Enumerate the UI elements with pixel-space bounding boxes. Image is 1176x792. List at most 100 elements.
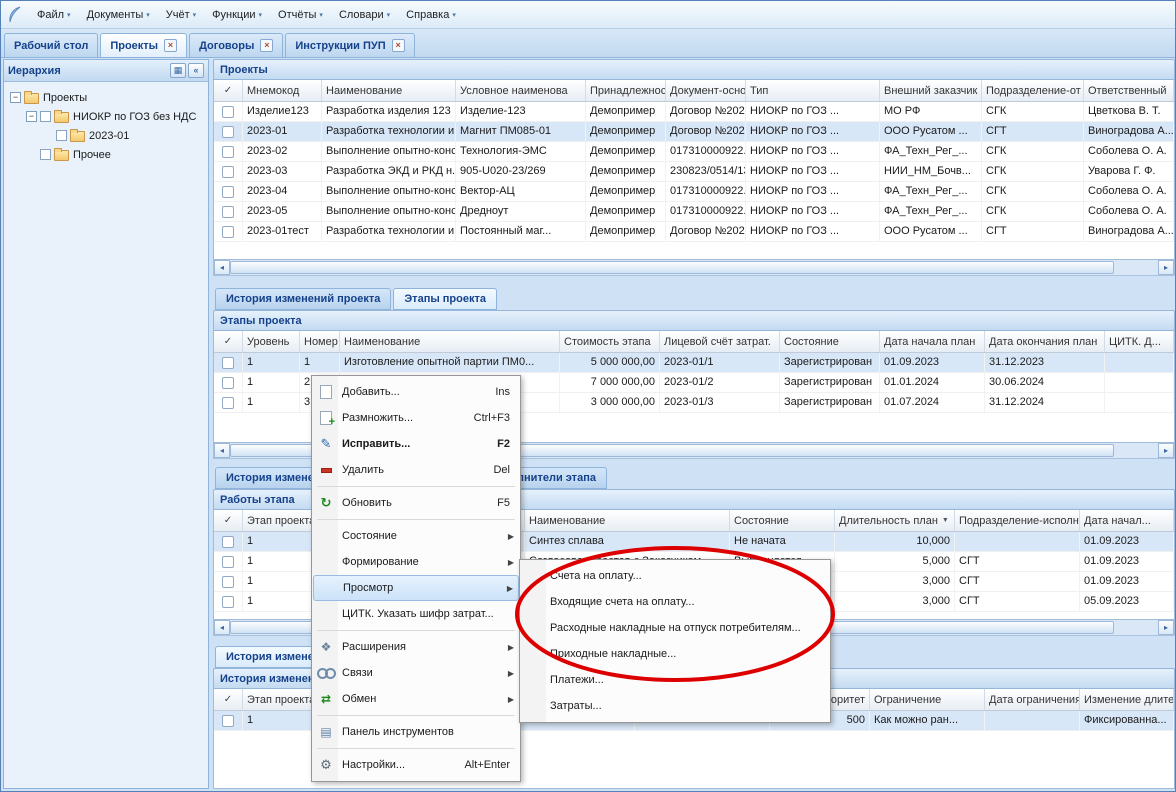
submenu-item[interactable]: Счета на оплату...: [521, 563, 829, 589]
row-checkbox[interactable]: [222, 377, 234, 389]
row-checkbox[interactable]: [222, 576, 234, 588]
menubar-item[interactable]: Файл▾: [29, 6, 79, 24]
context-menu-item[interactable]: Настройки...Alt+Enter: [313, 752, 519, 778]
table-row[interactable]: Изделие123Разработка изделия 123Изделие-…: [214, 102, 1174, 122]
context-menu-item[interactable]: Исправить...F2: [313, 431, 519, 457]
menubar-item[interactable]: Документы▾: [79, 6, 158, 24]
row-checkbox[interactable]: [222, 357, 234, 369]
row-checkbox[interactable]: [222, 596, 234, 608]
tree-expander-icon[interactable]: −: [26, 111, 37, 122]
context-menu-item[interactable]: Состояние▶: [313, 523, 519, 549]
tree-node[interactable]: Прочее: [6, 145, 206, 164]
row-checkbox[interactable]: [222, 226, 234, 238]
grid-column-header[interactable]: Дата начал...: [1080, 510, 1174, 531]
grid-column-header[interactable]: Внешний заказчик: [880, 80, 982, 101]
grid-column-header[interactable]: Состояние: [780, 331, 880, 352]
submenu-item[interactable]: Расходные накладные на отпуск потребител…: [521, 615, 829, 641]
grid-column-header[interactable]: Дата окончания план: [985, 331, 1105, 352]
grid-column-header[interactable]: Изменение длите...: [1080, 689, 1174, 710]
context-menu-item[interactable]: Расширения▶: [313, 634, 519, 660]
submenu-item[interactable]: Приходные накладные...: [521, 641, 829, 667]
row-checkbox[interactable]: [222, 146, 234, 158]
grid-column-header[interactable]: Ответственный: [1084, 80, 1174, 101]
menubar-item[interactable]: Учёт▾: [158, 6, 204, 24]
table-row[interactable]: 2023-04Выполнение опытно-конс...Вектор-А…: [214, 182, 1174, 202]
context-menu-item[interactable]: Размножить...Ctrl+F3: [313, 405, 519, 431]
grid-column-header[interactable]: Наименование: [340, 331, 560, 352]
main-tab[interactable]: Рабочий стол: [4, 33, 98, 57]
submenu-item[interactable]: Входящие счета на оплату...: [521, 589, 829, 615]
context-menu-item[interactable]: ОбновитьF5: [313, 490, 519, 516]
grid-column-header[interactable]: Документ-основан: [666, 80, 746, 101]
context-menu-item[interactable]: Формирование▶: [313, 549, 519, 575]
row-checkbox[interactable]: [222, 206, 234, 218]
context-menu-item[interactable]: Обмен▶: [313, 686, 519, 712]
grid-column-header[interactable]: Принадлежность: [586, 80, 666, 101]
row-checkbox[interactable]: [222, 397, 234, 409]
grid-column-header[interactable]: Наименование: [525, 510, 730, 531]
subtab[interactable]: История изменений проекта: [215, 288, 391, 310]
main-tab[interactable]: Инструкции ПУП×: [285, 33, 414, 57]
grid-column-header[interactable]: Ограничение: [870, 689, 985, 710]
context-menu-item[interactable]: Связи▶: [313, 660, 519, 686]
grid-column-header[interactable]: Лицевой счёт затрат.: [660, 331, 780, 352]
tree-expander-icon[interactable]: −: [10, 92, 21, 103]
select-all-header[interactable]: ✓: [214, 510, 243, 531]
scroll-left-icon[interactable]: ◂: [214, 443, 230, 458]
scroll-right-icon[interactable]: ▸: [1158, 620, 1174, 635]
grid-column-header[interactable]: Дата начала план: [880, 331, 985, 352]
tree-node[interactable]: 2023-01: [6, 126, 206, 145]
select-all-header[interactable]: ✓: [214, 689, 243, 710]
grid-column-header[interactable]: Подразделение-исполнитель..: [955, 510, 1080, 531]
collapse-panel-button[interactable]: «: [188, 63, 204, 78]
table-row[interactable]: 2023-01Разработка технологии и...Магнит …: [214, 122, 1174, 142]
grid-column-header[interactable]: ЦИТК. Д...: [1105, 331, 1174, 352]
row-checkbox[interactable]: [222, 536, 234, 548]
row-checkbox[interactable]: [222, 556, 234, 568]
submenu-item[interactable]: Затраты...: [521, 693, 829, 719]
context-menu-item[interactable]: УдалитьDel: [313, 457, 519, 483]
grid-column-header[interactable]: Номер: [300, 331, 340, 352]
scroll-track[interactable]: [1114, 260, 1158, 275]
row-checkbox[interactable]: [222, 715, 234, 727]
select-all-header[interactable]: ✓: [214, 80, 243, 101]
tree-checkbox[interactable]: [40, 111, 51, 122]
table-row[interactable]: 2023-02Выполнение опытно-конс...Технолог…: [214, 142, 1174, 162]
subtab[interactable]: Этапы проекта: [393, 288, 497, 310]
scroll-right-icon[interactable]: ▸: [1158, 260, 1174, 275]
grid-column-header[interactable]: Состояние: [730, 510, 835, 531]
context-menu-item[interactable]: ЦИТК. Указать шифр затрат...: [313, 601, 519, 627]
grid-column-header[interactable]: Условное наименова: [456, 80, 586, 101]
scroll-thumb[interactable]: [230, 261, 1114, 274]
grid-column-header[interactable]: Стоимость этапа: [560, 331, 660, 352]
context-menu-item[interactable]: Добавить...Ins: [313, 379, 519, 405]
row-checkbox[interactable]: [222, 166, 234, 178]
table-row[interactable]: 11Изготовление опытной партии ПМ0...5 00…: [214, 353, 1174, 373]
grid-column-header[interactable]: Наименование: [322, 80, 456, 101]
scroll-right-icon[interactable]: ▸: [1158, 443, 1174, 458]
menubar-item[interactable]: Словари▾: [331, 6, 398, 24]
tab-close-icon[interactable]: ×: [164, 39, 177, 52]
submenu-item[interactable]: Платежи...: [521, 667, 829, 693]
grid-column-header[interactable]: Длительность план▼: [835, 510, 955, 531]
row-checkbox[interactable]: [222, 106, 234, 118]
row-checkbox[interactable]: [222, 186, 234, 198]
table-row[interactable]: 2023-01тестРазработка технологии и...Пос…: [214, 222, 1174, 242]
table-row[interactable]: 2023-03Разработка ЭКД и РКД н...905-U020…: [214, 162, 1174, 182]
tree-checkbox[interactable]: [56, 130, 67, 141]
table-row[interactable]: 2023-05Выполнение опытно-конс...Дредноут…: [214, 202, 1174, 222]
scroll-track[interactable]: [1114, 620, 1158, 635]
context-menu-item[interactable]: Панель инструментов: [313, 719, 519, 745]
grid-column-header[interactable]: Уровень: [243, 331, 300, 352]
select-all-header[interactable]: ✓: [214, 331, 243, 352]
tab-close-icon[interactable]: ×: [392, 39, 405, 52]
grid-column-header[interactable]: Дата ограничения: [985, 689, 1080, 710]
grid-column-header[interactable]: Мнемокод: [243, 80, 322, 101]
menubar-item[interactable]: Функции▾: [204, 6, 270, 24]
grid-column-header[interactable]: Тип: [746, 80, 880, 101]
menubar-item[interactable]: Справка▾: [398, 6, 464, 24]
scroll-track[interactable]: [1114, 443, 1158, 458]
tab-close-icon[interactable]: ×: [260, 39, 273, 52]
row-checkbox[interactable]: [222, 126, 234, 138]
tree-checkbox[interactable]: [40, 149, 51, 160]
